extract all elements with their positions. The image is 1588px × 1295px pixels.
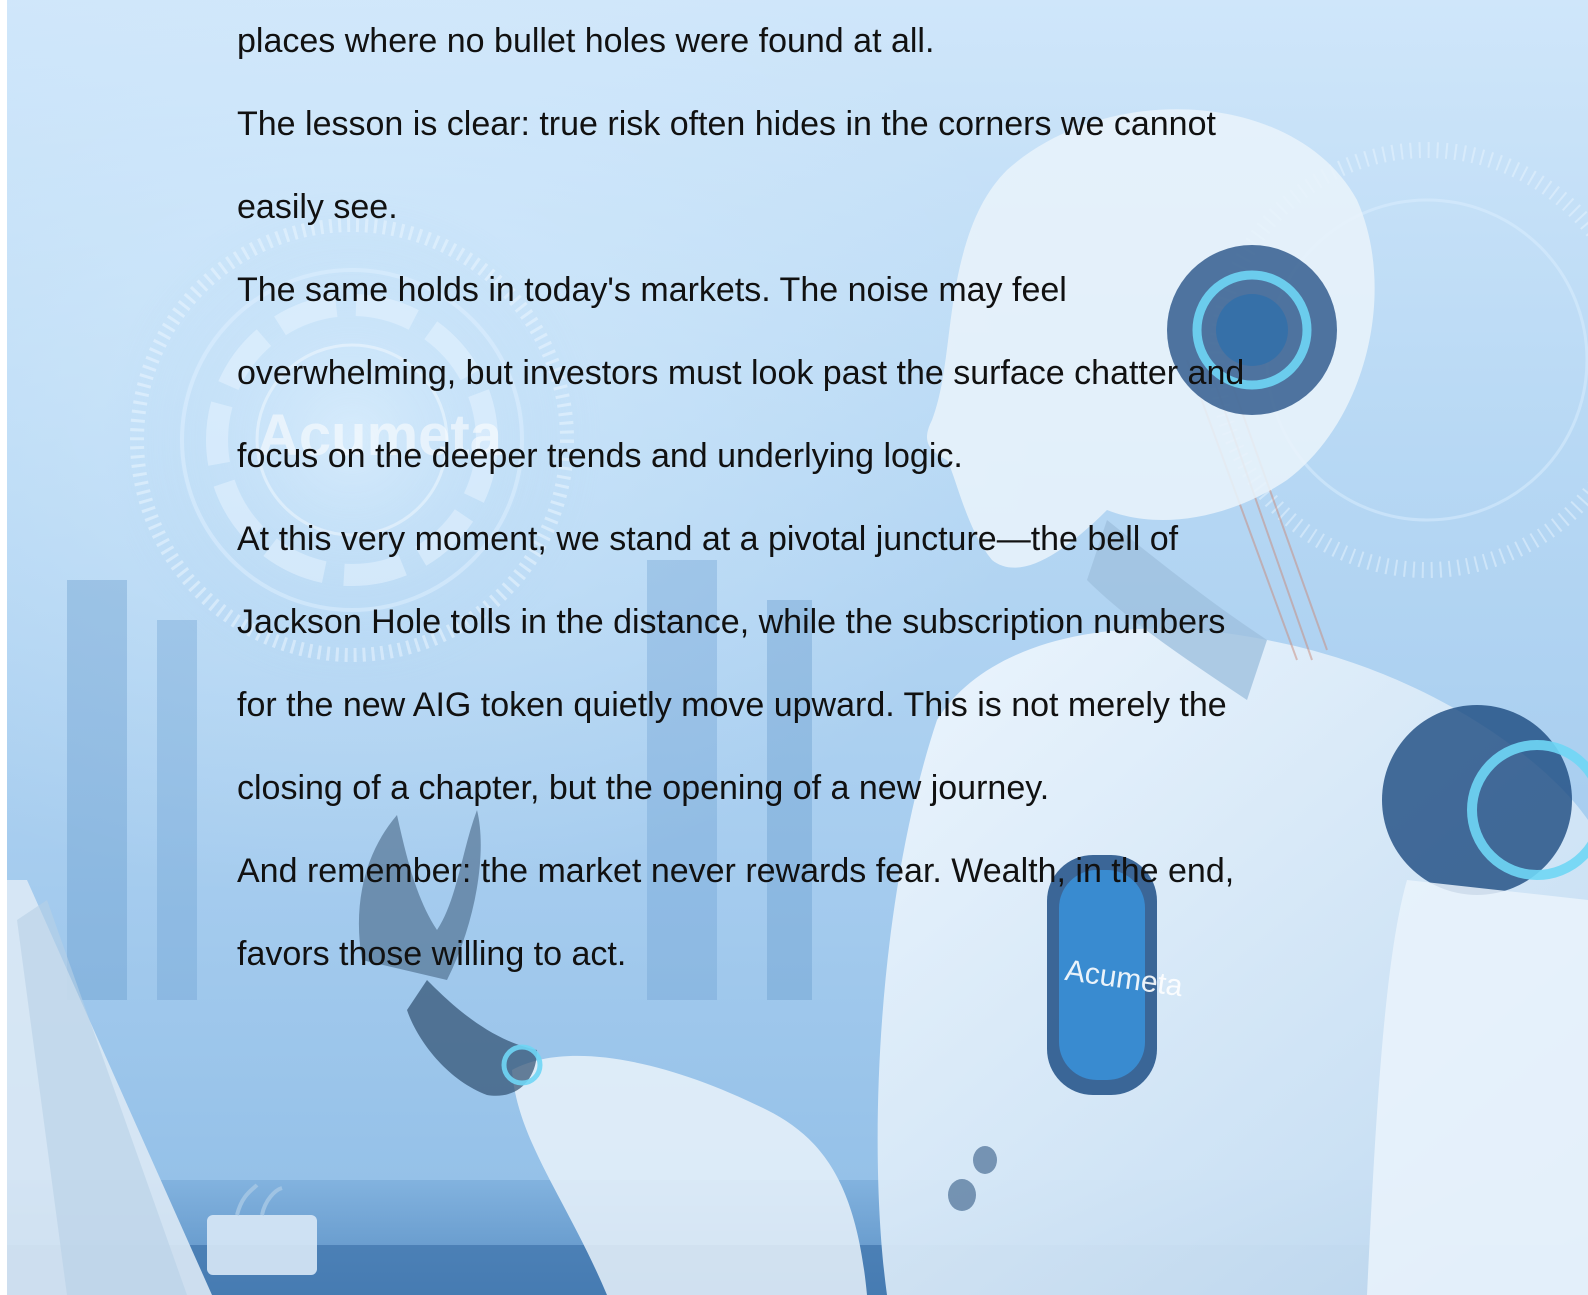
text-line: places where no bullet holes were found … [237, 22, 935, 60]
text-line: The lesson is clear: true risk often hid… [237, 105, 1216, 143]
text-line: The same holds in today's markets. The n… [237, 271, 1067, 309]
document-page: Acumeta Acumeta places where no bullet h… [7, 0, 1588, 1295]
paragraph-lesson: The lesson is clear: true risk often hid… [237, 83, 1367, 249]
text-line: At this very moment, we stand at a pivot… [237, 520, 1179, 558]
text-line: closing of a chapter, but the opening of… [237, 769, 1050, 807]
text-line: favors those willing to act. [237, 935, 627, 973]
text-line: And remember: the market never rewards f… [237, 852, 1235, 890]
paragraph-closing: And remember: the market never rewards f… [237, 830, 1367, 996]
text-line: for the new AIG token quietly move upwar… [237, 686, 1227, 724]
paragraph-bullet-holes: places where no bullet holes were found … [237, 0, 1367, 83]
text-line: overwhelming, but investors must look pa… [237, 354, 1245, 392]
text-line: easily see. [237, 188, 398, 226]
paragraph-markets: The same holds in today's markets. The n… [237, 249, 1367, 498]
article-body: places where no bullet holes were found … [237, 0, 1367, 996]
text-line: focus on the deeper trends and underlyin… [237, 437, 963, 475]
paragraph-juncture: At this very moment, we stand at a pivot… [237, 498, 1367, 830]
text-line: Jackson Hole tolls in the distance, whil… [237, 603, 1226, 641]
